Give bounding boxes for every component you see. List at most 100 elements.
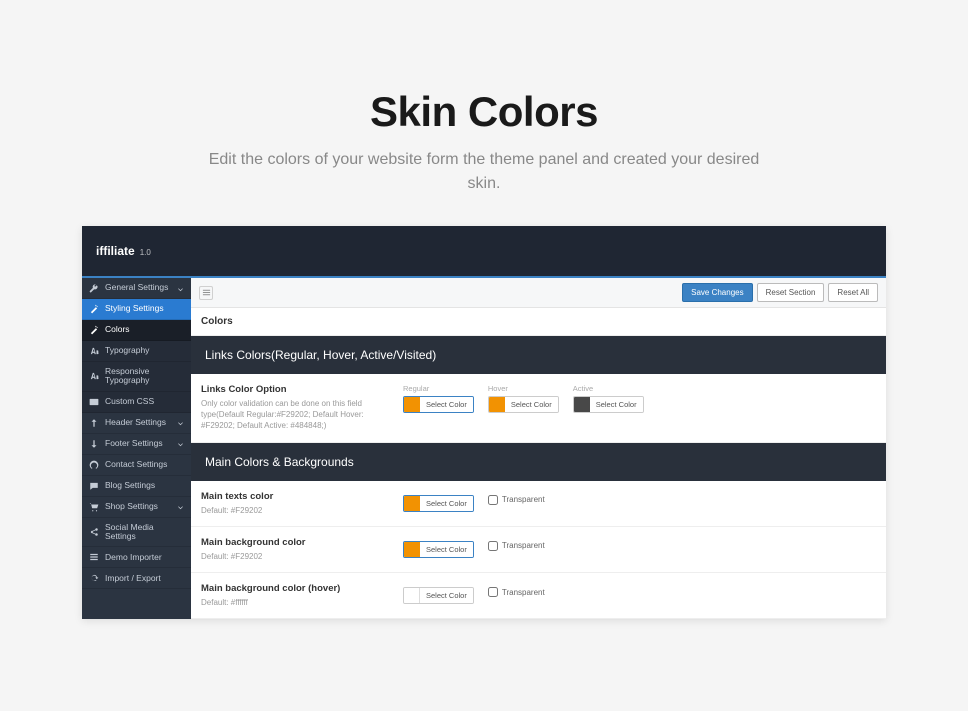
brand-version: 1.0 <box>140 248 151 257</box>
sidebar-item-shop-settings[interactable]: Shop Settings <box>82 497 191 518</box>
sidebar-item-import-export[interactable]: Import / Export <box>82 568 191 589</box>
transparent-checkbox-input[interactable] <box>488 541 498 551</box>
wand-icon <box>89 304 99 314</box>
section-band-links: Links Colors(Regular, Hover, Active/Visi… <box>191 336 886 374</box>
save-button[interactable]: Save Changes <box>682 283 752 302</box>
sidebar: General Settings Styling Settings Colors Ty… <box>82 278 191 619</box>
sidebar-item-header-settings[interactable]: Header Settings <box>82 413 191 434</box>
sidebar-item-custom-css[interactable]: Custom CSS <box>82 392 191 413</box>
chevron-down-icon <box>177 503 184 510</box>
sidebar-item-label: Header Settings <box>105 418 171 427</box>
sidebar-item-label: Responsive Typography <box>105 367 184 386</box>
panel-header: iffiliate 1.0 <box>82 226 886 276</box>
color-state-label: Active <box>573 384 644 393</box>
share-icon <box>89 527 99 537</box>
color-picker[interactable]: Select Color <box>403 541 474 558</box>
sidebar-item-demo-importer[interactable]: Demo Importer <box>82 547 191 568</box>
color-picker[interactable]: Select Color <box>403 396 474 413</box>
section-band-main: Main Colors & Backgrounds <box>191 443 886 481</box>
sidebar-item-label: General Settings <box>105 283 171 292</box>
arrow-down-icon <box>89 439 99 449</box>
transparent-label: Transparent <box>502 495 545 504</box>
sidebar-item-label: Import / Export <box>105 574 184 583</box>
wrench-icon <box>89 283 99 293</box>
transparent-checkbox[interactable]: Transparent <box>488 541 545 551</box>
select-color-button[interactable]: Select Color <box>420 588 473 603</box>
color-field-row: Main background color (hover) Default: #… <box>191 573 886 619</box>
color-state-active: Active Select Color <box>573 384 644 413</box>
color-state-label: Hover <box>488 384 559 393</box>
color-swatch <box>404 541 420 557</box>
reset-section-button[interactable]: Reset Section <box>757 283 825 302</box>
color-picker[interactable]: Select Color <box>403 587 474 604</box>
color-swatch <box>574 397 590 413</box>
arrow-up-icon <box>89 418 99 428</box>
sidebar-item-label: Demo Importer <box>105 553 184 562</box>
field-help: Default: #F29202 <box>201 551 391 562</box>
color-picker[interactable]: Select Color <box>573 396 644 413</box>
sidebar-item-label: Styling Settings <box>105 304 184 313</box>
transparent-checkbox[interactable]: Transparent <box>488 495 545 505</box>
expand-icon[interactable] <box>199 286 213 300</box>
sidebar-item-label: Blog Settings <box>105 481 184 490</box>
sidebar-item-label: Custom CSS <box>105 397 184 406</box>
sidebar-item-responsive-typography[interactable]: Responsive Typography <box>82 362 191 392</box>
reset-all-button[interactable]: Reset All <box>828 283 878 302</box>
color-swatch <box>489 397 505 413</box>
color-picker[interactable]: Select Color <box>403 495 474 512</box>
color-swatch <box>404 588 420 604</box>
color-state-label: Regular <box>403 384 474 393</box>
sidebar-item-typography[interactable]: Typography <box>82 341 191 362</box>
transparent-checkbox[interactable]: Transparent <box>488 587 545 597</box>
sidebar-item-label: Colors <box>105 325 184 334</box>
sidebar-item-blog-settings[interactable]: Blog Settings <box>82 476 191 497</box>
content-area: Save Changes Reset Section Reset All Col… <box>191 278 886 619</box>
section-title: Colors <box>191 308 886 336</box>
select-color-button[interactable]: Select Color <box>590 397 643 412</box>
brand-name: iffiliate <box>96 244 135 258</box>
field-help: Default: #ffffff <box>201 597 391 608</box>
field-help: Default: #F29202 <box>201 505 391 516</box>
sidebar-item-label: Shop Settings <box>105 502 171 511</box>
refresh-icon <box>89 573 99 583</box>
select-color-button[interactable]: Select Color <box>420 397 473 412</box>
color-swatch <box>404 495 420 511</box>
field-help: Only color validation can be done on thi… <box>201 398 391 432</box>
page-title: Skin Colors <box>20 88 948 136</box>
list-icon <box>89 552 99 562</box>
chevron-down-icon <box>177 419 184 426</box>
chat-icon <box>89 481 99 491</box>
font-icon <box>89 346 99 356</box>
toolbar: Save Changes Reset Section Reset All <box>191 278 886 308</box>
sidebar-item-colors[interactable]: Colors <box>82 320 191 341</box>
sidebar-item-contact-settings[interactable]: Contact Settings <box>82 455 191 476</box>
select-color-button[interactable]: Select Color <box>420 542 473 557</box>
color-state-hover: Hover Select Color <box>488 384 559 413</box>
sidebar-item-label: Contact Settings <box>105 460 184 469</box>
sidebar-item-label: Social Media Settings <box>105 523 184 542</box>
sidebar-item-styling-settings[interactable]: Styling Settings <box>82 299 191 320</box>
sidebar-item-label: Footer Settings <box>105 439 171 448</box>
transparent-checkbox-input[interactable] <box>488 587 498 597</box>
select-color-button[interactable]: Select Color <box>420 496 473 511</box>
color-swatch <box>404 397 420 413</box>
sidebar-item-footer-settings[interactable]: Footer Settings <box>82 434 191 455</box>
links-color-field: Links Color Option Only color validation… <box>191 374 886 443</box>
select-color-button[interactable]: Select Color <box>505 397 558 412</box>
chevron-down-icon <box>177 440 184 447</box>
field-label: Main background color <box>201 537 391 548</box>
transparent-label: Transparent <box>502 541 545 550</box>
font-icon <box>89 371 99 381</box>
field-label: Main background color (hover) <box>201 583 391 594</box>
chevron-down-icon <box>177 285 184 292</box>
theme-panel: iffiliate 1.0 General Settings Styling Se… <box>82 226 886 619</box>
color-picker[interactable]: Select Color <box>488 396 559 413</box>
transparent-checkbox-input[interactable] <box>488 495 498 505</box>
sidebar-item-social-media-settings[interactable]: Social Media Settings <box>82 518 191 548</box>
color-field-row: Main texts color Default: #F29202 Select… <box>191 481 886 527</box>
css-icon <box>89 397 99 407</box>
color-state-regular: Regular Select Color <box>403 384 474 413</box>
page-subtitle: Edit the colors of your website form the… <box>204 148 764 196</box>
sidebar-item-general-settings[interactable]: General Settings <box>82 278 191 299</box>
cart-icon <box>89 502 99 512</box>
